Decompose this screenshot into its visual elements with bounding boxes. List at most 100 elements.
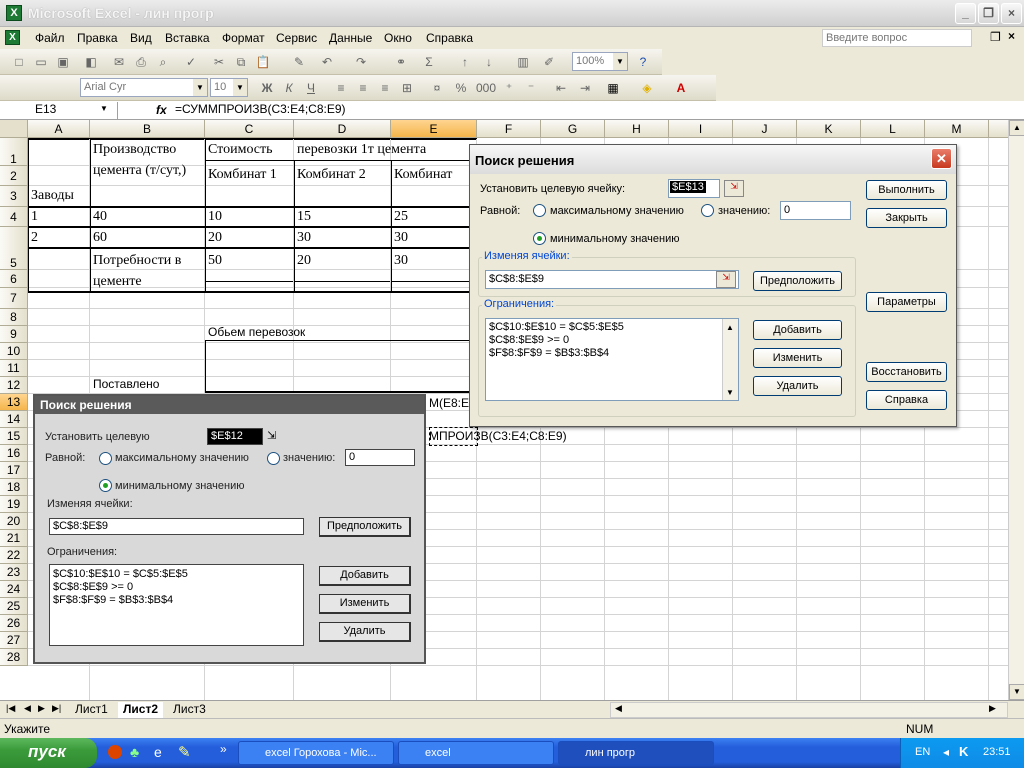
language-indicator[interactable]: EN [915, 746, 930, 758]
row-header-17[interactable]: 17 [0, 462, 28, 479]
cell-c1[interactable]: Стоимость [208, 142, 273, 158]
help-button[interactable]: Справка [866, 390, 947, 410]
row-header-19[interactable]: 19 [0, 496, 28, 513]
row-header-25[interactable]: 25 [0, 598, 28, 615]
doc-restore-icon[interactable]: ❐ [990, 30, 1001, 44]
row-header-2[interactable]: 2 [0, 166, 28, 186]
col-header-d[interactable]: D [294, 120, 391, 138]
col-header-c[interactable]: C [205, 120, 294, 138]
cell-d1[interactable]: перевозки 1т цемента [297, 142, 469, 158]
scroll-right-icon[interactable]: ▶ [989, 703, 996, 714]
scroll-down-icon[interactable]: ▼ [726, 386, 734, 399]
cell-b3[interactable]: 40 [93, 209, 107, 225]
select-all-corner[interactable] [0, 120, 28, 138]
paste-icon[interactable]: 📋 [254, 53, 272, 71]
currency-icon[interactable]: ¤ [428, 79, 446, 97]
col-header-f[interactable]: F [477, 120, 541, 138]
cell-e4[interactable]: 30 [394, 230, 408, 246]
sort-asc-icon[interactable]: ↑ [456, 53, 474, 71]
solve-button[interactable]: Выполнить [866, 180, 947, 200]
borders-icon[interactable]: ▦ [604, 79, 622, 97]
menu-help[interactable]: Справка [426, 31, 473, 45]
row-header-9[interactable]: 9 [0, 326, 28, 343]
col-header-g[interactable]: G [541, 120, 605, 138]
col-header-n[interactable] [989, 120, 1008, 138]
row-header-24[interactable]: 24 [0, 581, 28, 598]
formula-text[interactable]: =СУММПРОИЗВ(C3:E4;C8:E9) [175, 102, 346, 116]
cell-b1-line2[interactable]: цемента (т/сут,) [93, 163, 186, 179]
excel-app-icon[interactable]: X [6, 5, 22, 21]
sheet-tab-3[interactable]: Лист3 [168, 702, 211, 718]
merge-center-icon[interactable]: ⊞ [398, 79, 416, 97]
minimize-button[interactable]: _ [955, 3, 976, 24]
col-header-m[interactable]: M [925, 120, 989, 138]
hyperlink-icon[interactable]: ⚭ [392, 53, 410, 71]
zoom-combo[interactable]: 100% ▼ [572, 52, 628, 71]
col-header-a[interactable]: A [28, 120, 90, 138]
col-header-b[interactable]: B [90, 120, 205, 138]
row-header-26[interactable]: 26 [0, 615, 28, 632]
cell-c7[interactable]: Обьем перевозок [208, 325, 305, 339]
target-cell-input[interactable]: $E$13 [668, 179, 720, 198]
first-sheet-icon[interactable]: |◀ [6, 703, 15, 714]
row-header-20[interactable]: 20 [0, 513, 28, 530]
collapse-dialog-icon[interactable]: ⇲ [716, 271, 736, 288]
font-size-combo[interactable]: 10 ▼ [210, 78, 248, 97]
permission-icon[interactable]: ◧ [82, 53, 100, 71]
quicklaunch-icon[interactable]: ♣ [130, 744, 139, 760]
row-header-10[interactable]: 10 [0, 343, 28, 360]
scroll-left-icon[interactable]: ◀ [615, 703, 622, 714]
changing-cells-input[interactable]: $C$8:$E$9 [485, 270, 739, 289]
menu-insert[interactable]: Вставка [165, 31, 210, 45]
constraint-item-2[interactable]: $C$8:$E$9 >= 0 [489, 334, 735, 347]
more-icon[interactable]: » [220, 742, 227, 756]
menu-data[interactable]: Данные [329, 31, 372, 45]
scroll-up-icon[interactable]: ▲ [1009, 120, 1024, 136]
cell-d2[interactable]: Комбинат 2 [297, 167, 366, 183]
row-header-16[interactable]: 16 [0, 445, 28, 462]
scroll-up-icon[interactable]: ▲ [726, 321, 734, 334]
cell-c4[interactable]: 20 [208, 230, 222, 246]
row-header-4[interactable]: 4 [0, 207, 28, 227]
cell-a2[interactable]: Заводы [31, 188, 74, 204]
constraint-item-1[interactable]: $C$10:$E$10 = $C$5:$E$5 [489, 321, 735, 334]
cell-c2[interactable]: Комбинат 1 [208, 167, 277, 183]
close-dialog-button[interactable]: Закрыть [866, 208, 947, 228]
col-header-l[interactable]: L [861, 120, 925, 138]
menu-edit[interactable]: Правка [77, 31, 118, 45]
chevron-down-icon[interactable]: ▼ [613, 53, 627, 70]
value-of-input[interactable]: 0 [780, 201, 851, 220]
cell-a4[interactable]: 2 [31, 230, 38, 246]
cell-e3[interactable]: 25 [394, 209, 408, 225]
doc-close-icon[interactable]: × [1008, 29, 1015, 43]
ie-icon[interactable]: e [154, 744, 162, 760]
menu-format[interactable]: Формат [222, 31, 265, 45]
radio-max[interactable] [533, 204, 546, 217]
close-icon[interactable]: ✕ [931, 148, 952, 169]
decrease-decimal-icon[interactable]: ⁻ [522, 79, 540, 97]
increase-decimal-icon[interactable]: ⁺ [500, 79, 518, 97]
email-icon[interactable]: ✉ [110, 53, 128, 71]
cell-d3[interactable]: 15 [297, 209, 311, 225]
decrease-indent-icon[interactable]: ⇤ [552, 79, 570, 97]
row-header-27[interactable]: 27 [0, 632, 28, 649]
percent-icon[interactable]: % [452, 79, 470, 97]
prev-sheet-icon[interactable]: ◀ [24, 703, 31, 714]
guess-button[interactable]: Предположить [753, 271, 842, 291]
fill-color-icon[interactable]: ◈ [638, 79, 656, 97]
constraints-scrollbar[interactable]: ▲ ▼ [722, 319, 738, 400]
save-icon[interactable]: ▣ [54, 53, 72, 71]
italic-icon[interactable]: К [280, 79, 298, 97]
cut-icon[interactable]: ✂ [210, 53, 228, 71]
align-center-icon[interactable]: ≡ [354, 79, 372, 97]
col-header-e[interactable]: E [391, 120, 477, 138]
cell-e11[interactable]: М(E8:E [429, 396, 469, 410]
open-icon[interactable]: ▭ [32, 53, 50, 71]
collapse-dialog-icon[interactable]: ⇲ [724, 180, 744, 197]
menu-view[interactable]: Вид [130, 31, 152, 45]
fx-icon[interactable]: fx [156, 103, 167, 117]
col-header-i[interactable]: I [669, 120, 733, 138]
cell-c5[interactable]: 50 [208, 253, 222, 269]
row-header-8[interactable]: 8 [0, 309, 28, 326]
row-header-21[interactable]: 21 [0, 530, 28, 547]
